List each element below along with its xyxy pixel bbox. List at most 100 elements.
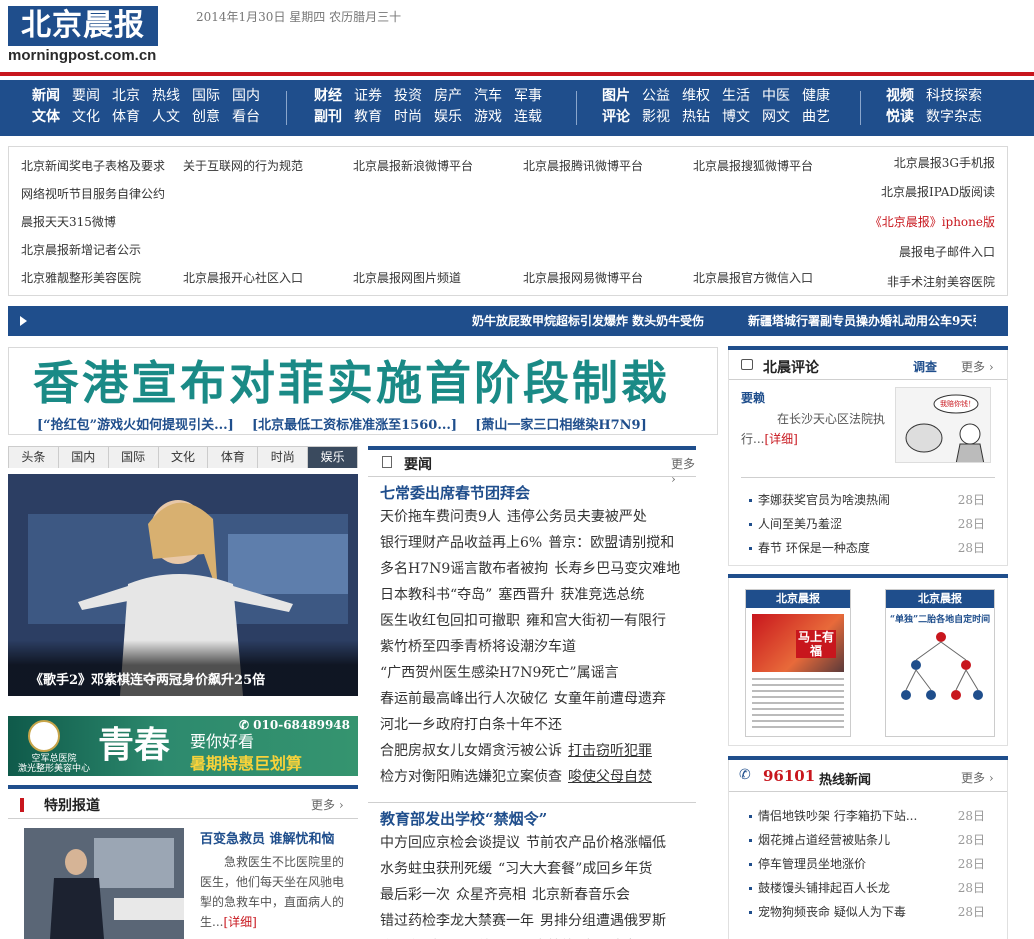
service-link[interactable]: 关于互联网的行为规范: [183, 157, 303, 174]
lead-news[interactable]: 七常委出席春节团拜会: [380, 482, 530, 503]
news-link[interactable]: 日本教科书“夺岛”: [380, 587, 492, 603]
list-item-title[interactable]: 人间至美乃羞涩: [758, 517, 842, 531]
news-link[interactable]: 错过药检李龙大禁赛一年: [380, 913, 534, 929]
nav-item[interactable]: 连载: [514, 107, 542, 127]
more-link[interactable]: 更多 ›: [671, 455, 696, 486]
photo-caption[interactable]: 《歌手2》邓紫棋连夺两冠身价飙升25倍: [8, 640, 358, 696]
nav-item[interactable]: 汽车: [474, 86, 502, 106]
service-link[interactable]: 北京晨报IPAD版阅读: [881, 183, 995, 200]
lead-news[interactable]: 教育部发出学校“禁烟令”: [380, 808, 547, 829]
nav-item[interactable]: 热线: [152, 86, 180, 106]
nav-item[interactable]: 游戏: [474, 107, 502, 127]
tab-fashion[interactable]: 时尚: [258, 447, 309, 468]
paper-front-page[interactable]: 北京晨报 马上有福: [745, 589, 851, 737]
sub-headline[interactable]: [“抢红包”游戏火如何提现引关...]: [37, 418, 234, 433]
nav-item[interactable]: 证券: [354, 86, 382, 106]
nav-item[interactable]: 看台: [232, 107, 260, 127]
list-item[interactable]: 烟花摊占道经营被贴条儿: [749, 831, 890, 848]
service-link[interactable]: 《北京晨报》iphone版: [870, 213, 995, 230]
news-link[interactable]: 银行理财产品收益再上6%: [380, 535, 542, 551]
nav-item[interactable]: 娱乐: [434, 107, 462, 127]
news-link[interactable]: 中方回应京检会谈提议: [380, 835, 520, 851]
report-title[interactable]: 百变急救员 谁解忧和恼: [200, 828, 335, 847]
news-link[interactable]: 普京：欧盟请别搅和: [548, 535, 674, 551]
news-link[interactable]: 唆使父母自焚: [568, 769, 652, 785]
list-item-title[interactable]: 烟花摊占道经营被贴条儿: [758, 833, 890, 847]
nav-item[interactable]: 要闻: [72, 86, 100, 106]
list-item-title[interactable]: 春节 环保是一种态度: [758, 541, 870, 555]
list-item-title[interactable]: 鼓楼馒头铺排起百人长龙: [758, 881, 890, 895]
tab-headline[interactable]: 头条: [9, 447, 59, 468]
news-link[interactable]: 多名H7N9谣言散布者被拘: [380, 561, 548, 577]
service-link[interactable]: 北京晨报网图片频道: [353, 269, 461, 286]
service-link[interactable]: 晨报电子邮件入口: [899, 243, 995, 260]
list-item[interactable]: 春节 环保是一种态度: [749, 539, 870, 556]
hospital-ad[interactable]: 空军总医院 激光整形美容中心 青春 要你好看 暑期特惠巨划算 ✆ 010-684…: [8, 716, 358, 776]
more-link[interactable]: 更多 ›: [961, 358, 994, 375]
service-link[interactable]: 非手术注射美容医院: [887, 273, 995, 290]
nav-item[interactable]: 北京: [112, 86, 140, 106]
featured-photo[interactable]: 《歌手2》邓紫棋连夺两冠身价飙升25倍: [8, 474, 358, 696]
service-link[interactable]: 北京晨报新增记者公示: [21, 241, 141, 258]
sub-headline[interactable]: [北京最低工资标准准涨至1560...]: [252, 418, 457, 433]
news-link[interactable]: 节前农产品价格涨幅低: [526, 835, 666, 851]
nav-item[interactable]: 公益: [642, 86, 670, 106]
service-link[interactable]: 北京晨报新浪微博平台: [353, 157, 473, 174]
nav-item[interactable]: 军事: [514, 86, 542, 106]
nav-item[interactable]: 投资: [394, 86, 422, 106]
comment-lead-title[interactable]: 要赖: [741, 389, 765, 406]
nav-item[interactable]: 人文: [152, 107, 180, 127]
news-link[interactable]: 医生收红包回扣可撤职: [380, 613, 520, 629]
nav-item[interactable]: 国际: [192, 86, 220, 106]
news-link[interactable]: 打击窃听犯罪: [568, 743, 652, 759]
news-link[interactable]: 水务蛀虫获刑死缓: [380, 861, 492, 877]
nav-item[interactable]: 房产: [434, 86, 462, 106]
service-link[interactable]: 北京雅靓整形美容医院: [21, 269, 141, 286]
paper-front-page[interactable]: 北京晨报 “单独”二胎各地自定时间: [885, 589, 995, 737]
nav-item[interactable]: 影视: [642, 107, 670, 127]
news-link[interactable]: 违停公务员夫妻被严处: [507, 509, 647, 525]
service-link[interactable]: 晨报天天315微博: [21, 213, 116, 230]
service-link[interactable]: 北京晨报开心社区入口: [183, 269, 303, 286]
nav-item[interactable]: 网文: [762, 107, 790, 127]
ticker-item[interactable]: 新疆塔城行署副专员操办婚礼动用公车9天引: [748, 306, 976, 336]
news-link[interactable]: 北京新春音乐会: [532, 887, 630, 903]
nav-item[interactable]: 时尚: [394, 107, 422, 127]
play-icon[interactable]: [20, 316, 27, 326]
news-link[interactable]: “习大大套餐”成回乡年货: [498, 861, 652, 877]
news-link[interactable]: 获准竞选总统: [560, 587, 644, 603]
detail-link[interactable]: [详细]: [764, 432, 797, 446]
list-item-title[interactable]: 李娜获奖官员为啥澳热闹: [758, 493, 890, 507]
nav-item[interactable]: 体育: [112, 107, 140, 127]
list-item[interactable]: 鼓楼馒头铺排起百人长龙: [749, 879, 890, 896]
nav-item[interactable]: 新闻: [32, 86, 60, 106]
service-link[interactable]: 北京晨报官方微信入口: [693, 269, 813, 286]
news-link[interactable]: 女童年前遭母遗弃: [554, 691, 666, 707]
tab-sports[interactable]: 体育: [208, 447, 259, 468]
nav-item[interactable]: 评论: [602, 107, 630, 127]
nav-item[interactable]: 悦读: [886, 107, 914, 127]
tab-domestic[interactable]: 国内: [58, 447, 109, 468]
nav-item[interactable]: 维权: [682, 86, 710, 106]
news-link[interactable]: 合肥房叔女儿女婿贪污被公诉: [380, 743, 562, 759]
ticker-item[interactable]: 奶牛放屁致甲烷超标引发爆炸 数头奶牛受伤: [472, 306, 704, 336]
news-link[interactable]: 最后彩一次: [380, 887, 450, 903]
news-link[interactable]: 众星齐亮相: [456, 887, 526, 903]
news-link[interactable]: 紫竹桥至四季青桥将设潮汐车道: [380, 639, 576, 655]
nav-item[interactable]: 曲艺: [802, 107, 830, 127]
nav-item[interactable]: 图片: [602, 86, 630, 106]
list-item[interactable]: 停车管理员坐地涨价: [749, 855, 866, 872]
list-item[interactable]: 李娜获奖官员为啥澳热闹: [749, 491, 890, 508]
service-link[interactable]: 北京晨报腾讯微博平台: [523, 157, 643, 174]
nav-item[interactable]: 视频: [886, 86, 914, 106]
service-link[interactable]: 北京晨报搜狐微博平台: [693, 157, 813, 174]
service-link[interactable]: 北京晨报3G手机报: [894, 154, 995, 171]
more-link[interactable]: 更多 ›: [961, 769, 994, 786]
nav-item[interactable]: 创意: [192, 107, 220, 127]
main-headline[interactable]: 香港宣布对菲实施首阶段制裁: [33, 352, 670, 414]
nav-item[interactable]: 健康: [802, 86, 830, 106]
nav-item[interactable]: 科技探索: [926, 86, 982, 106]
nav-item[interactable]: 国内: [232, 86, 260, 106]
nav-item[interactable]: 数字杂志: [926, 107, 982, 127]
tab-entertainment[interactable]: 娱乐: [308, 447, 358, 468]
